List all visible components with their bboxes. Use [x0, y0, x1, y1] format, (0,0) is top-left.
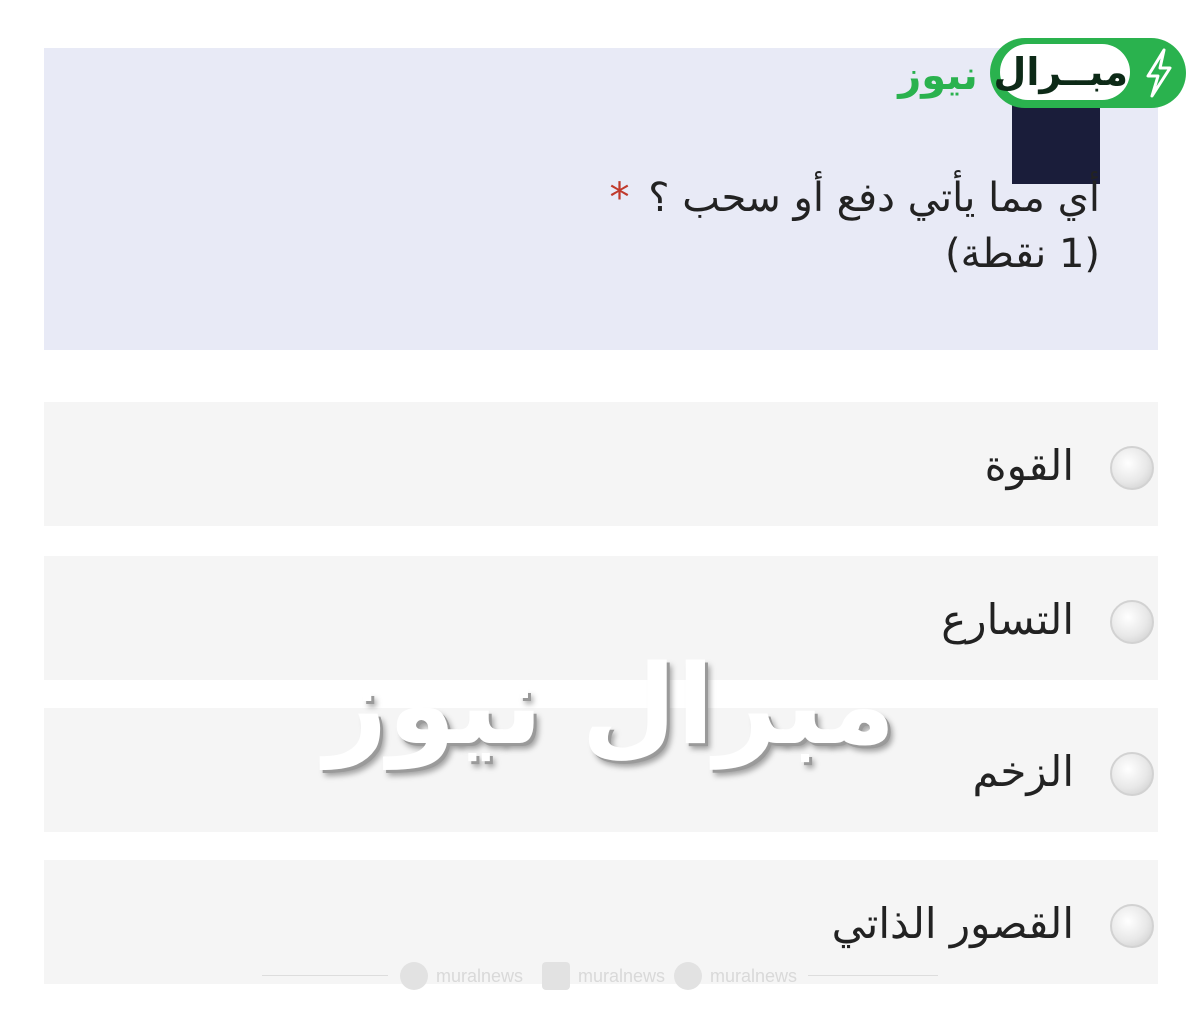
required-mark: *	[609, 175, 630, 221]
question-title: أي مما يأتي دفع أو سحب ؟	[648, 175, 1100, 221]
question-card: أي مما يأتي دفع أو سحب ؟ * (1 نقطة)	[44, 48, 1158, 350]
radio-button[interactable]	[1110, 600, 1154, 644]
option-row[interactable]: القصور الذاتي	[44, 860, 1158, 984]
question-text: أي مما يأتي دفع أو سحب ؟ * (1 نقطة)	[610, 170, 1100, 282]
option-row[interactable]: التسارع	[44, 556, 1158, 680]
radio-button[interactable]	[1110, 446, 1154, 490]
question-points: (1 نقطة)	[944, 231, 1100, 277]
option-label: التسارع	[941, 595, 1074, 644]
option-label: الزخم	[972, 747, 1074, 796]
logo-text-secondary: نيوز	[898, 53, 978, 99]
quiz-page: أي مما يأتي دفع أو سحب ؟ * (1 نقطة) القو…	[0, 0, 1200, 1025]
option-row[interactable]: القوة	[44, 402, 1158, 526]
option-row[interactable]: الزخم	[44, 708, 1158, 832]
radio-button[interactable]	[1110, 752, 1154, 796]
option-label: القوة	[984, 441, 1074, 490]
option-label: القصور الذاتي	[831, 899, 1074, 948]
logo-text-primary: مبــرال	[993, 50, 1128, 94]
lightning-icon	[1146, 48, 1172, 98]
radio-button[interactable]	[1110, 904, 1154, 948]
